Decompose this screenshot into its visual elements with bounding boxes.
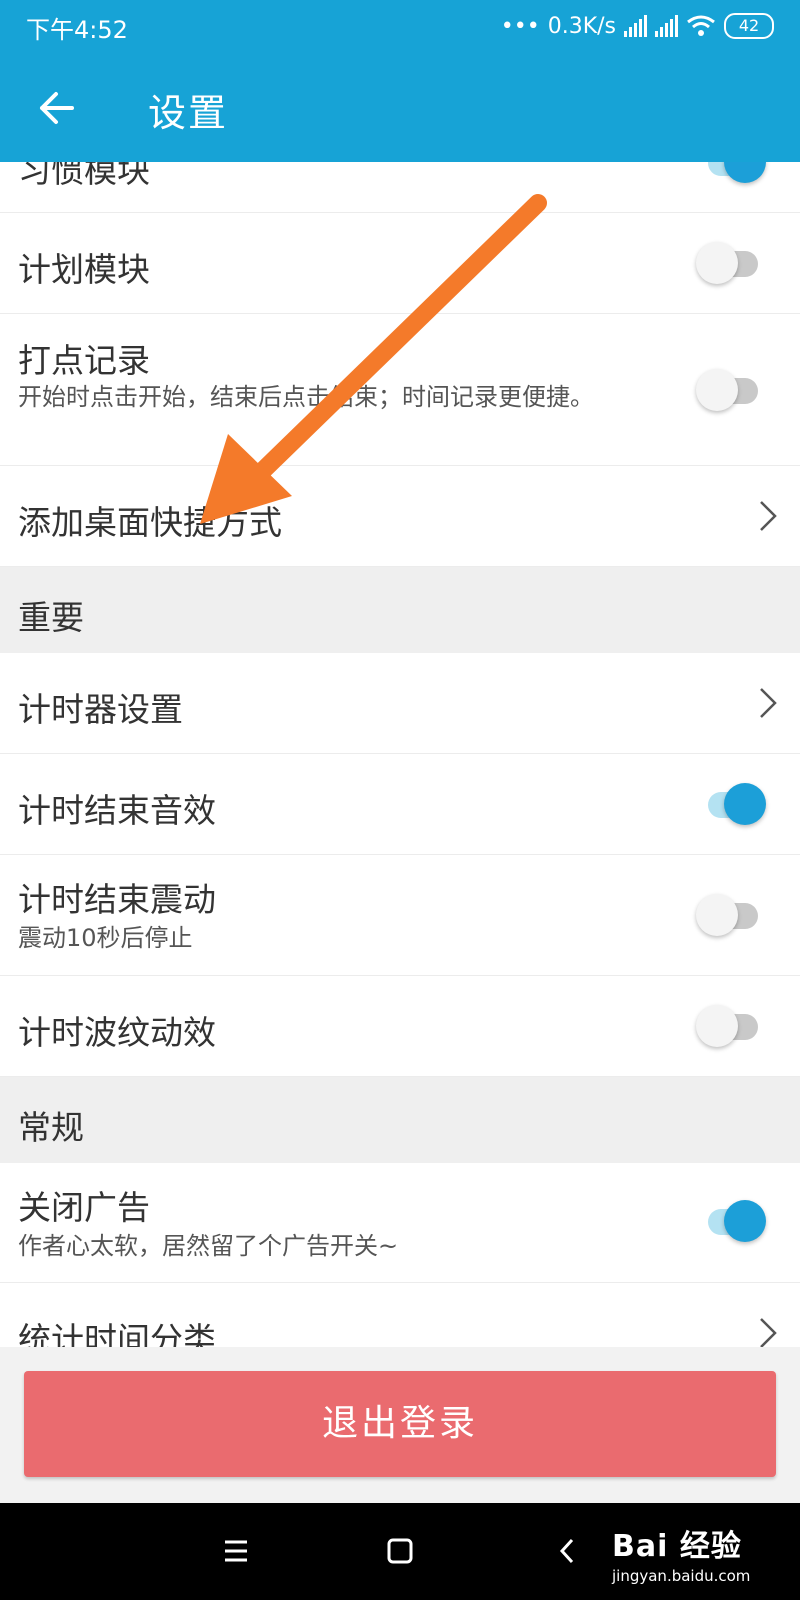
section-header-important: 重要 <box>0 567 800 653</box>
page-title: 设置 <box>148 91 229 135</box>
setting-title: 添加桌面快捷方式 <box>18 503 282 542</box>
logout-button[interactable]: 退出登录 <box>24 1371 776 1477</box>
setting-title: 打点记录 <box>18 341 150 380</box>
setting-title: 计时波纹动效 <box>18 1013 216 1052</box>
toggle-switch[interactable] <box>702 780 766 828</box>
toggle-switch[interactable] <box>702 162 766 186</box>
chevron-right-icon <box>760 1318 777 1347</box>
setting-title: 计时器设置 <box>18 690 183 729</box>
setting-title: 计划模块 <box>18 250 150 289</box>
setting-timer-settings[interactable]: 计时器设置 <box>0 653 800 754</box>
setting-title: 习惯模块 <box>18 162 150 190</box>
toggle-switch[interactable] <box>696 239 762 287</box>
menu-icon[interactable] <box>214 1529 258 1573</box>
toggle-switch[interactable] <box>696 891 762 939</box>
setting-subtitle: 作者心太软，居然留了个广告开关~ <box>18 1232 399 1260</box>
setting-subtitle: 开始时点击开始，结束后点击结束；时间记录更便捷。 <box>18 383 594 411</box>
settings-list[interactable]: 习惯模块 计划模块 打点记录 开始时点击开始，结束后点击结束；时间记录更便捷。 … <box>0 162 800 1347</box>
setting-title: 计时结束音效 <box>18 791 216 830</box>
chevron-right-icon <box>760 688 777 718</box>
section-header-general: 常规 <box>0 1077 800 1163</box>
toggle-switch[interactable] <box>696 366 762 414</box>
setting-check-in-record[interactable]: 打点记录 开始时点击开始，结束后点击结束；时间记录更便捷。 <box>0 314 800 466</box>
more-dots-icon: ••• <box>500 13 540 39</box>
status-bar: 下午4:52 ••• 0.3K/s 42 <box>0 0 800 52</box>
network-speed: 0.3K/s <box>547 13 616 39</box>
setting-title: 统计时间分类 <box>18 1320 216 1347</box>
watermark-logo: Bai 经验 jingyan.baidu.com <box>612 1521 750 1585</box>
setting-timer-end-sound[interactable]: 计时结束音效 <box>0 754 800 855</box>
watermark-url: jingyan.baidu.com <box>612 1567 751 1585</box>
toggle-switch[interactable] <box>702 1197 766 1245</box>
logout-area: 退出登录 <box>0 1347 800 1503</box>
setting-title: 关闭广告 <box>18 1188 150 1227</box>
toggle-switch[interactable] <box>696 1002 762 1050</box>
system-nav-bar: Bai 经验 jingyan.baidu.com <box>0 1503 800 1600</box>
section-title: 常规 <box>18 1108 84 1147</box>
battery-icon: 42 <box>724 13 774 39</box>
section-title: 重要 <box>18 598 84 637</box>
back-icon[interactable] <box>546 1529 590 1573</box>
setting-timer-ripple[interactable]: 计时波纹动效 <box>0 976 800 1077</box>
setting-title: 计时结束震动 <box>18 880 216 919</box>
signal-icon <box>624 15 647 37</box>
wifi-icon <box>687 15 715 36</box>
app-bar: 设置 <box>0 52 800 162</box>
home-icon[interactable] <box>378 1529 422 1573</box>
status-time: 下午4:52 <box>26 16 128 44</box>
signal-icon <box>655 15 678 37</box>
status-icons: ••• 0.3K/s 42 <box>501 11 774 41</box>
setting-add-shortcut[interactable]: 添加桌面快捷方式 <box>0 466 800 567</box>
setting-subtitle: 震动10秒后停止 <box>18 924 193 952</box>
setting-stats-category[interactable]: 统计时间分类 <box>0 1283 800 1347</box>
setting-habit-module[interactable]: 习惯模块 <box>0 162 800 213</box>
watermark-main: Bai 经验 <box>612 1529 742 1564</box>
setting-plan-module[interactable]: 计划模块 <box>0 213 800 314</box>
setting-close-ads[interactable]: 关闭广告 作者心太软，居然留了个广告开关~ <box>0 1163 800 1283</box>
setting-timer-end-vibrate[interactable]: 计时结束震动 震动10秒后停止 <box>0 855 800 976</box>
back-arrow-icon[interactable] <box>30 80 86 136</box>
chevron-right-icon <box>760 501 777 531</box>
